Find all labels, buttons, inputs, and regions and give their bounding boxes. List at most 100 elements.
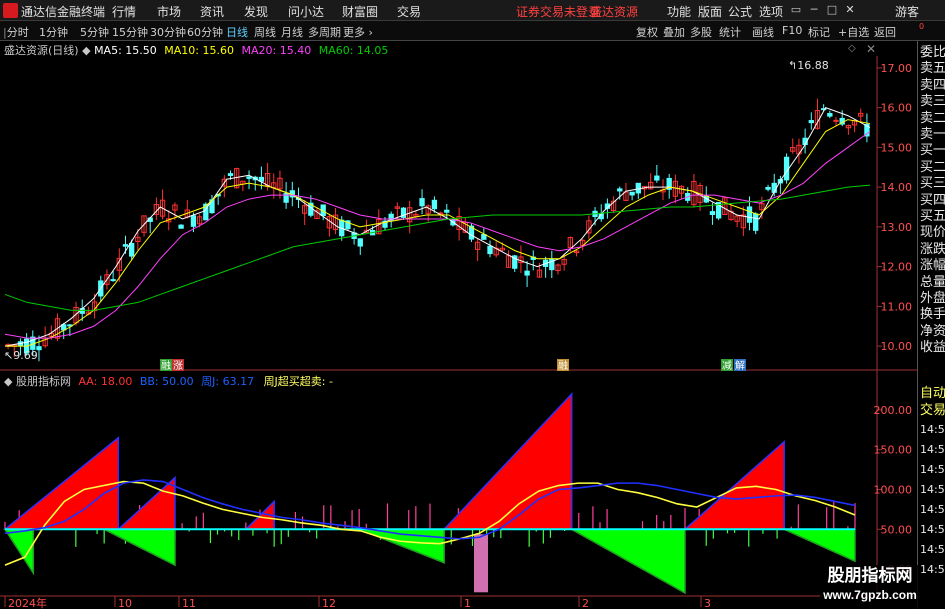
tab-fenshi[interactable]: |分时	[3, 24, 29, 40]
candle-body-133	[827, 113, 833, 117]
trade-label-0[interactable]: 自动	[920, 386, 945, 401]
candle-body-57	[357, 238, 363, 247]
candle-body-134	[833, 119, 839, 122]
indicator-area	[2, 392, 856, 595]
menu-hangqing[interactable]: 行情	[112, 3, 136, 20]
trade-time-5: 14:56	[920, 523, 945, 536]
indicator-name: 股朋指标网	[15, 375, 71, 388]
menu-faxian[interactable]: 发现	[244, 3, 268, 20]
candle-body-69	[431, 199, 438, 210]
candle-body-30	[190, 215, 197, 227]
trade-login-alert[interactable]: 证券交易未登录	[516, 3, 600, 20]
quote-panel: 0 委比 卖五卖四 卖三卖二 卖一 买一买二 买三买四 买五 现价涨跌 涨幅总量 外盘 换手净资 收益…	[917, 22, 945, 609]
btn-fuquan[interactable]: 复权	[636, 24, 658, 40]
quote-label-3[interactable]: 卖三	[920, 94, 945, 109]
candle-body-121	[753, 213, 759, 231]
quote-label-16[interactable]: 换手	[920, 307, 945, 322]
candle-body-17	[110, 279, 116, 282]
candle-body-120	[746, 206, 753, 223]
quote-label-0[interactable]: 委比	[920, 45, 945, 60]
btn-huaxian[interactable]: 画线	[752, 24, 774, 40]
btn-zixuan[interactable]: +自选	[838, 24, 869, 40]
zero-label: 0	[919, 22, 925, 31]
tab-5min[interactable]: 5分钟	[80, 24, 109, 40]
quote-label-13[interactable]: 涨幅	[920, 258, 945, 273]
close-icon[interactable]: ✕	[842, 2, 858, 18]
indicator-triangle-1	[116, 475, 176, 531]
candle-body-28	[178, 224, 184, 229]
tab-30min[interactable]: 30分钟	[150, 24, 186, 40]
ma-line-ma10	[5, 119, 871, 347]
tab-monthly[interactable]: 月线	[281, 24, 303, 40]
quote-label-18[interactable]: 收益	[920, 340, 945, 355]
trade-label-1[interactable]: 交易	[920, 403, 945, 418]
chart-canvas[interactable]: 10.00 11.00 12.00 13.00 14.00 15.00 16.00 17.00…	[0, 41, 917, 609]
minimize-icon[interactable]: ─	[806, 2, 822, 18]
menu-gongneng[interactable]: 功能	[667, 3, 691, 20]
ma-line-ma60	[4, 184, 871, 311]
date-tick-label-1: 10	[118, 597, 132, 609]
btn-tongji[interactable]: 统计	[719, 24, 741, 40]
date-tick-label-6: 3	[704, 597, 711, 609]
quote-label-15[interactable]: 外盘	[920, 291, 945, 306]
guest-label[interactable]: 游客	[895, 3, 919, 20]
quote-label-11[interactable]: 现价	[920, 225, 945, 240]
quote-label-1[interactable]: 卖五	[920, 61, 945, 76]
watermark-url: www.7gpzb.com	[823, 588, 917, 602]
quote-label-12[interactable]: 涨跌	[920, 242, 945, 257]
date-tick-label-5: 2	[582, 597, 589, 609]
trade-time-3: 14:56	[920, 483, 945, 496]
tab-60min[interactable]: 60分钟	[187, 24, 223, 40]
btn-diejia[interactable]: 叠加	[663, 24, 685, 40]
tab-15min[interactable]: 15分钟	[112, 24, 148, 40]
quote-label-10[interactable]: 买五	[920, 209, 945, 224]
menu-jiaoyi[interactable]: 交易	[397, 3, 421, 20]
btn-fanhui[interactable]: 返回	[874, 24, 896, 40]
tab-daily[interactable]: 日线	[226, 24, 248, 40]
candle-body-20	[128, 242, 135, 257]
quote-label-4[interactable]: 卖二	[920, 111, 945, 126]
ma-line-ma5	[4, 107, 871, 347]
stock-name-alert[interactable]: 盛达资源	[590, 3, 638, 20]
menu-zixun[interactable]: 资讯	[200, 3, 224, 20]
maximize-icon[interactable]: □	[824, 2, 840, 18]
btn-f10[interactable]: F10	[782, 24, 802, 37]
indicator-triangle-0	[2, 436, 120, 531]
price-tick-label-2: 12.00	[881, 261, 913, 274]
quote-label-8[interactable]: 买三	[920, 176, 945, 191]
menu-wenxiaoda[interactable]: 问小达	[288, 3, 324, 20]
marker-zhang-text: 涨	[173, 360, 183, 372]
menu-shichang[interactable]: 市场	[157, 3, 181, 20]
quote-label-5[interactable]: 卖一	[920, 127, 945, 142]
quote-label-6[interactable]: 买一	[920, 143, 945, 158]
settings-diamond-icon[interactable]: ◆	[4, 375, 16, 388]
quote-label-9[interactable]: 买四	[920, 193, 945, 208]
aa-value: AA: 18.00	[78, 375, 133, 388]
tab-more[interactable]: 更多 ›	[343, 24, 373, 40]
candle-body-39	[246, 176, 252, 179]
btn-duogu[interactable]: 多股	[690, 24, 712, 40]
menu-xuanxiang[interactable]: 选项	[759, 3, 783, 20]
indicator-tick-label-4: 200.00	[874, 404, 913, 417]
indicator-tick-label-3: 150.00	[874, 444, 913, 457]
indicator-triangle-9	[783, 528, 856, 563]
tab-1min[interactable]: 1分钟	[39, 24, 68, 40]
menu-caifuquan[interactable]: 财富圈	[342, 3, 378, 20]
indicator-triangle-7	[568, 528, 686, 595]
price-tick-label-5: 15.00	[881, 141, 913, 154]
ma-line-ma20	[4, 131, 871, 339]
indicator-axis: 0.0050.00100.00150.00200.00	[874, 404, 913, 576]
tab-weekly[interactable]: 周线	[254, 24, 276, 40]
menu-gongshi[interactable]: 公式	[728, 3, 752, 20]
quote-label-2[interactable]: 卖四	[920, 78, 945, 93]
date-tick-label-3: 12	[322, 597, 336, 609]
app-title: 通达信金融终端	[21, 5, 106, 19]
window-restore-icon[interactable]: ▭	[788, 2, 804, 18]
marker-rong-1-text: 融	[161, 360, 171, 372]
quote-label-17[interactable]: 净资	[920, 324, 945, 339]
btn-biaoji[interactable]: 标记	[808, 24, 830, 40]
quote-label-7[interactable]: 买二	[920, 160, 945, 175]
tab-multi-period[interactable]: 多周期	[308, 24, 341, 40]
quote-label-14[interactable]: 总量	[920, 275, 945, 290]
menu-banmian[interactable]: 版面	[698, 3, 722, 20]
